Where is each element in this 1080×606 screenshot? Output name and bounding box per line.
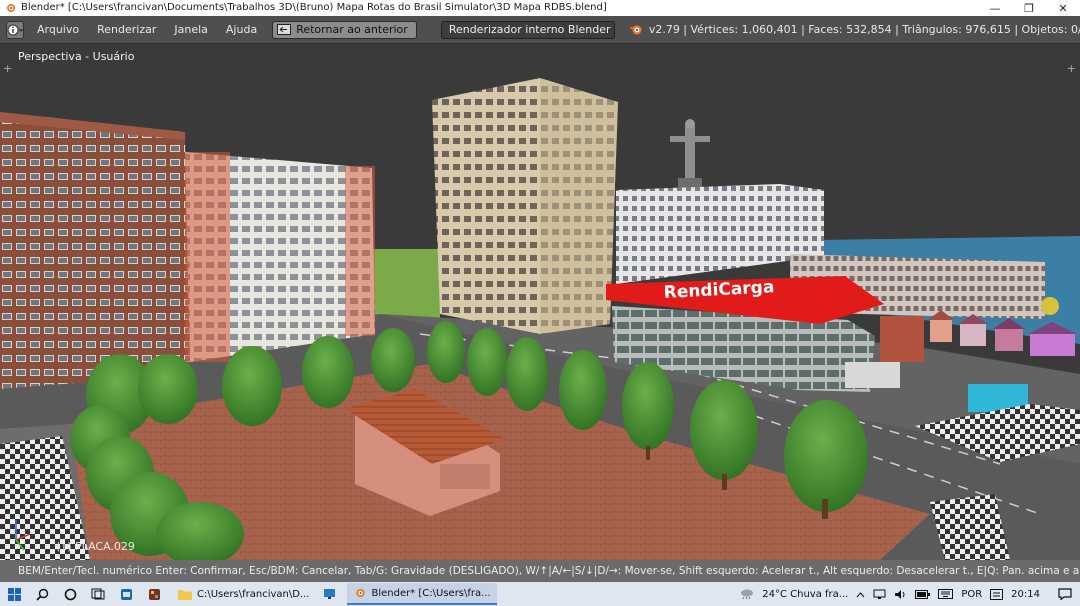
battery-icon[interactable] xyxy=(915,589,931,599)
render-engine-dropdown[interactable]: Renderizador interno Blender xyxy=(440,20,615,39)
editor-type-button[interactable] xyxy=(6,20,24,39)
blender-icon xyxy=(356,588,366,598)
system-tray: 24°C Chuva fra... POR 20:14 xyxy=(740,588,1080,600)
notifications-icon[interactable] xyxy=(1058,588,1072,600)
pallets xyxy=(845,362,900,388)
menu-renderizar[interactable]: Renderizar xyxy=(88,16,165,43)
menu-arquivo[interactable]: Arquivo xyxy=(28,16,88,43)
pinned-app-2[interactable] xyxy=(140,582,168,606)
close-button[interactable]: ✕ xyxy=(1046,0,1080,16)
windows-logo-icon xyxy=(7,587,21,601)
windows-taskbar: C:\Users\francivan\D... Blender* [C:\Use… xyxy=(0,582,1080,606)
back-to-previous-button[interactable]: Retornar ao anterior xyxy=(272,20,417,39)
folder-icon xyxy=(178,589,192,600)
minimize-button[interactable]: — xyxy=(978,0,1012,16)
task-view-button[interactable] xyxy=(84,582,112,606)
cortana-button[interactable] xyxy=(56,582,84,606)
back-button-label: Retornar ao anterior xyxy=(296,23,408,36)
keyboard-icon[interactable] xyxy=(938,589,954,599)
input-language[interactable]: POR xyxy=(961,589,982,600)
building-brick-left xyxy=(0,112,190,389)
monitor-icon xyxy=(323,589,335,599)
task-view-icon xyxy=(91,588,105,600)
clock-time[interactable]: 20:14 xyxy=(1011,589,1040,600)
viewport-view-label: Perspectiva - Usuário xyxy=(18,50,135,63)
chevron-up-icon[interactable] xyxy=(856,591,865,598)
menu-ajuda[interactable]: Ajuda xyxy=(217,16,266,43)
taskbar-blender-window[interactable]: Blender* [C:\Users\fra... xyxy=(347,583,497,605)
info-header: Arquivo Renderizar Janela Ajuda Retornar… xyxy=(0,16,1080,44)
window-title: Blender* [C:\Users\francivan\Documents\T… xyxy=(21,2,607,13)
render-engine-value: Renderizador interno Blender xyxy=(448,23,611,36)
blender-task-label: Blender* [C:\Users\fra... xyxy=(371,587,491,599)
settings-panel-icon[interactable] xyxy=(990,588,1004,600)
menu-janela[interactable]: Janela xyxy=(165,16,217,43)
weather-text[interactable]: 24°C Chuva fra... xyxy=(762,589,848,600)
taskbar-explorer-window[interactable]: C:\Users\francivan\D... xyxy=(172,583,315,605)
3d-viewport[interactable]: RendiCarga Perspectiva - Usuário + + (1)… xyxy=(0,44,1080,560)
weather-rain-icon xyxy=(741,589,754,600)
app-tile-icon xyxy=(120,588,132,600)
pinned-app-3[interactable] xyxy=(315,582,343,606)
grass-field xyxy=(370,249,440,319)
screen-back-icon xyxy=(277,24,292,35)
window-titlebar: Blender* [C:\Users\francivan\Documents\T… xyxy=(0,0,1080,16)
scene-stats: v2.79 | Vértices: 1,060,401 | Faces: 532… xyxy=(648,23,1080,36)
start-button[interactable] xyxy=(0,582,28,606)
volume-icon[interactable] xyxy=(894,589,907,600)
blender-logo-icon xyxy=(629,25,642,34)
search-icon xyxy=(35,588,48,601)
maximize-button[interactable]: ❐ xyxy=(1012,0,1046,16)
toolshelf-toggle-icon[interactable]: + xyxy=(3,62,12,75)
app-tile-icon xyxy=(148,588,160,600)
scene-render: RendiCarga xyxy=(0,44,1080,560)
explorer-task-label: C:\Users\francivan\D... xyxy=(197,588,310,600)
network-icon[interactable] xyxy=(873,589,886,600)
walk-navigation-status: BEM/Enter/Tecl. numérico Enter: Confirma… xyxy=(0,560,1080,582)
blender-logo-icon xyxy=(7,4,15,12)
properties-toggle-icon[interactable]: + xyxy=(1067,62,1076,75)
active-object-label: (1) PLACA.029 xyxy=(56,540,135,553)
pinned-app-1[interactable] xyxy=(112,582,140,606)
search-button[interactable] xyxy=(28,582,56,606)
circle-icon xyxy=(64,588,76,600)
info-icon xyxy=(7,24,23,35)
